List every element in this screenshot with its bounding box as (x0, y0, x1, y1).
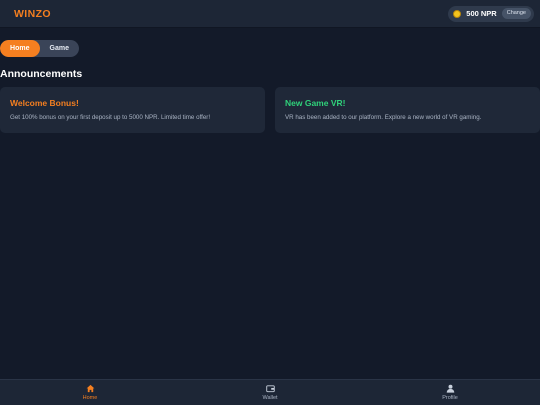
app-root: WINZO 500 NPR Change Home Game Announcem… (0, 0, 540, 405)
brand-logo[interactable]: WINZO (14, 8, 51, 20)
announcement-body: Get 100% bonus on your first deposit up … (10, 114, 211, 121)
nav-label: Home (82, 395, 98, 401)
announcement-title: New Game VR! (285, 98, 346, 108)
home-icon (86, 384, 95, 393)
nav-item-wallet[interactable]: Wallet (230, 384, 310, 401)
nav-item-profile[interactable]: Profile (410, 384, 490, 401)
nav-label: Wallet (262, 395, 278, 401)
announcement-title: Welcome Bonus! (10, 98, 79, 108)
bottom-navigation: Home Wallet Profile (0, 379, 540, 405)
nav-item-home[interactable]: Home (50, 384, 130, 401)
top-bar: WINZO 500 NPR Change (0, 0, 540, 28)
announcement-card-new-game-vr[interactable]: New Game VR! VR has been added to our pl… (275, 87, 540, 133)
tab-home[interactable]: Home (0, 40, 40, 57)
change-currency-button[interactable]: Change (501, 8, 531, 19)
announcements-heading: Announcements (0, 68, 83, 80)
announcement-body: VR has been added to our platform. Explo… (285, 114, 482, 121)
wallet-icon (265, 384, 275, 393)
balance-amount: 500 NPR (466, 9, 497, 18)
tab-switcher: Home Game (0, 40, 79, 57)
announcement-card-welcome-bonus[interactable]: Welcome Bonus! Get 100% bonus on your fi… (0, 87, 265, 133)
coin-icon (453, 9, 462, 18)
balance-pill: 500 NPR Change (448, 5, 534, 22)
nav-label: Profile (442, 395, 458, 401)
user-icon (446, 384, 455, 393)
tab-game[interactable]: Game (40, 40, 80, 57)
